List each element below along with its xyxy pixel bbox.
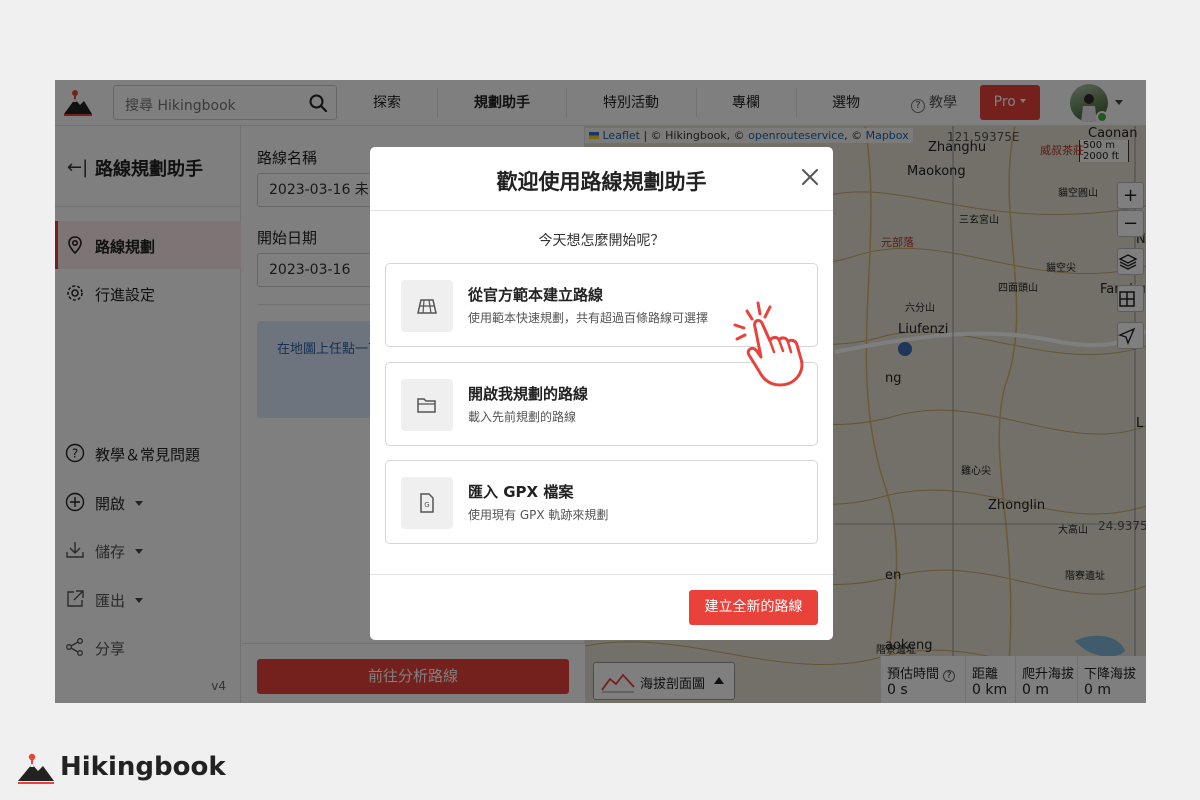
pointing-hand-icon [733, 301, 804, 387]
card-description: 載入先前規劃的路線 [468, 410, 577, 424]
welcome-modal: 歡迎使用路線規劃助手 今天想怎麼開始呢？ 從官方範本建立路線 使用範本快速規劃，… [370, 147, 833, 640]
close-icon[interactable] [799, 166, 821, 188]
folder-icon-box [401, 379, 453, 431]
hikingbook-logo-icon [18, 753, 54, 784]
folder-icon [417, 398, 436, 413]
map-icon [417, 299, 437, 314]
modal-question: 今天想怎麼開始呢？ [538, 233, 665, 249]
card-description: 使用現有 GPX 軌跡來規劃 [468, 508, 609, 522]
import-gpx-card[interactable]: G 匯入 GPX 檔案 使用現有 GPX 軌跡來規劃 [385, 460, 818, 544]
modal-footer-divider [370, 574, 833, 575]
gpx-file-icon-box: G [401, 477, 453, 529]
card-title: 匯入 GPX 檔案 [468, 483, 574, 501]
svg-text:G: G [424, 501, 429, 509]
modal-divider [370, 210, 833, 211]
card-title: 開啟我規劃的路線 [468, 385, 589, 403]
card-title: 從官方範本建立路線 [468, 286, 604, 304]
create-new-route-button[interactable]: 建立全新的路線 [689, 590, 818, 625]
map-icon-box [401, 280, 453, 332]
gpx-file-icon: G [420, 493, 434, 513]
card-description: 使用範本快速規劃，共有超過百條路線可選擇 [468, 311, 709, 325]
modal-title: 歡迎使用路線規劃助手 [496, 170, 707, 194]
brand-name: Hikingbook [60, 752, 226, 782]
